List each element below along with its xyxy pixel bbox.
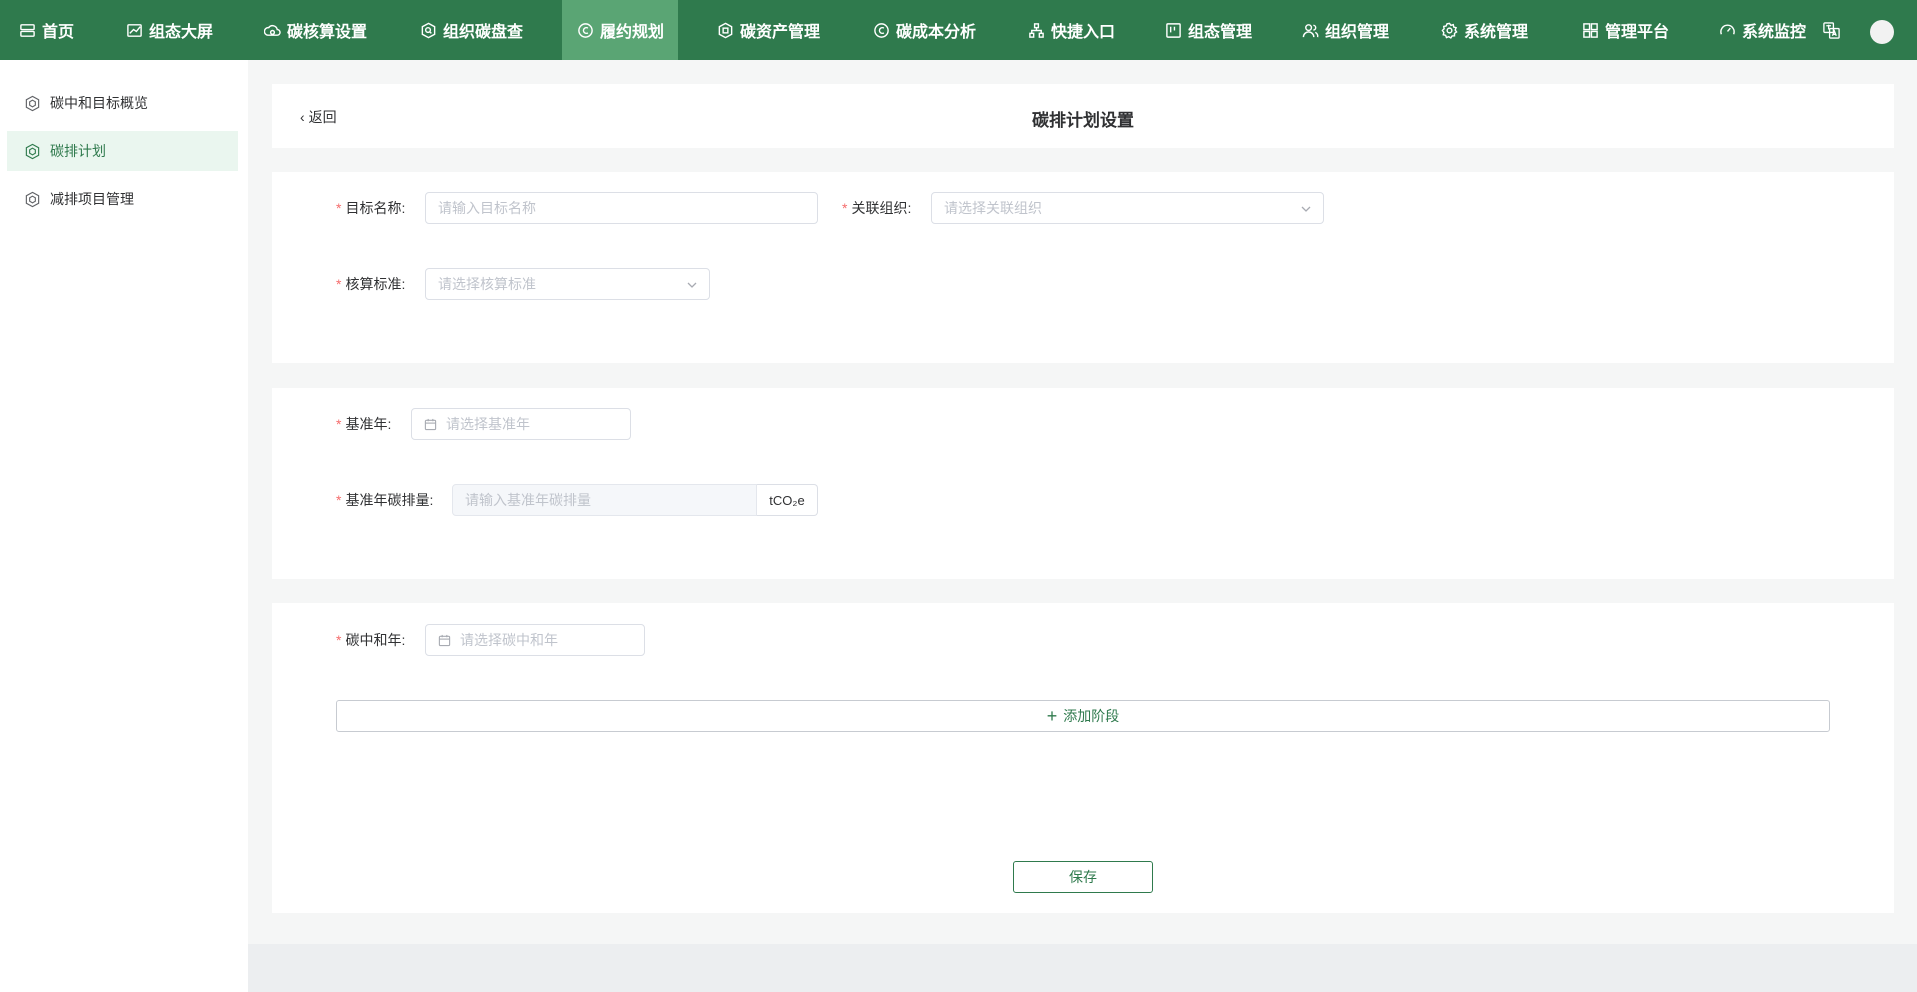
nav-item-label: 首页 (42, 24, 75, 41)
base-year-placeholder: 请选择基准年 (446, 416, 530, 432)
base-emission-input: 请输入基准年碳排量 (452, 484, 757, 516)
nav-item-system-monitor[interactable]: 系统监控 (1719, 0, 1806, 60)
calendar-icon (424, 418, 437, 431)
target-name-placeholder: 请输入目标名称 (438, 200, 536, 216)
sidebar-item-label: 减排项目管理 (50, 191, 134, 207)
related-org-label-text: 关联组织: (851, 200, 912, 216)
required-mark: * (336, 632, 342, 648)
emission-unit: tCO₂e (757, 484, 818, 516)
hexagon-icon (25, 143, 40, 159)
add-stage-label: 添加阶段 (1063, 708, 1120, 724)
target-name-label-text: 目标名称: (345, 200, 406, 216)
hexagon-icon (25, 95, 40, 111)
nav-item-label: 履约规划 (600, 24, 665, 41)
standard-placeholder: 请选择核算标准 (438, 276, 536, 292)
sidebar-item-reduction-projects[interactable]: 减排项目管理 (7, 179, 238, 219)
nav-item-asset-management[interactable]: 碳资产管理 (717, 0, 820, 60)
carbon-c-icon (874, 22, 889, 38)
nav-item-label: 系统管理 (1464, 24, 1529, 41)
nav-item-dashboard[interactable]: 组态大屏 (126, 0, 213, 60)
chevron-down-icon (686, 278, 698, 290)
standard-label: * 核算标准: (336, 268, 405, 300)
neutral-year-label: * 碳中和年: (336, 624, 405, 656)
sidebar: 碳中和目标概览 碳排计划 减排项目管理 (0, 60, 248, 992)
nav-item-cost-analysis[interactable]: 碳成本分析 (873, 0, 976, 60)
back-label: 返回 (308, 109, 337, 125)
target-name-input[interactable]: 请输入目标名称 (425, 192, 818, 224)
server-icon (20, 23, 35, 37)
base-emission-label-text: 基准年碳排量: (345, 492, 434, 508)
base-year-label-text: 基准年: (345, 416, 392, 432)
base-year-label: * 基准年: (336, 408, 391, 440)
plus-icon: + (1046, 706, 1058, 726)
sidebar-item-neutral-overview[interactable]: 碳中和目标概览 (7, 83, 238, 123)
cloud-carbon-icon (264, 24, 281, 36)
nav-item-config-management[interactable]: 组态管理 (1165, 0, 1252, 60)
nav-item-system-management[interactable]: 系统管理 (1441, 0, 1528, 60)
users-icon (1302, 23, 1319, 37)
avatar[interactable] (1870, 20, 1894, 44)
dashboard-gauge-icon (1720, 24, 1735, 35)
save-button[interactable]: 保存 (1013, 861, 1153, 893)
base-year-picker[interactable]: 请选择基准年 (411, 408, 631, 440)
nav-item-label: 系统监控 (1742, 24, 1807, 41)
nav-item-label: 碳核算设置 (287, 24, 368, 41)
required-mark: * (842, 200, 848, 216)
nav-item-label: 组态大屏 (149, 24, 214, 41)
sidebar-item-emission-plan[interactable]: 碳排计划 (7, 131, 238, 171)
back-link[interactable]: ‹ 返回 (300, 107, 337, 127)
nav-item-label: 管理平台 (1605, 24, 1670, 41)
nav-item-shortcuts[interactable]: 快捷入口 (1028, 0, 1115, 60)
nav-item-label: 碳成本分析 (896, 24, 977, 41)
nav-item-label: 组织碳盘查 (443, 24, 524, 41)
nav-item-accounting[interactable]: 碳核算设置 (264, 0, 367, 60)
grid-icon (1583, 22, 1598, 38)
hexagon-icon (25, 191, 40, 207)
related-org-placeholder: 请选择关联组织 (944, 200, 1042, 216)
sidebar-item-label: 碳排计划 (50, 143, 106, 159)
line-chart-icon (127, 23, 142, 37)
target-name-label: * 目标名称: (336, 192, 405, 224)
required-mark: * (336, 416, 342, 432)
nav-item-label: 碳资产管理 (740, 24, 821, 41)
nav-item-org-management[interactable]: 组织管理 (1302, 0, 1389, 60)
translate-icon[interactable] (1822, 21, 1841, 40)
base-emission-label: * 基准年碳排量: (336, 484, 433, 516)
header-card (272, 84, 1894, 148)
chevron-left-icon: ‹ (300, 109, 305, 125)
base-emission-placeholder: 请输入基准年碳排量 (465, 492, 591, 508)
org-tree-icon (1029, 22, 1044, 38)
neutral-year-label-text: 碳中和年: (345, 632, 406, 648)
gear-icon (1441, 22, 1458, 39)
layout-board-icon (1166, 22, 1181, 38)
carbon-circle-icon (578, 22, 593, 38)
standard-label-text: 核算标准: (345, 276, 406, 292)
related-org-label: * 关联组织: (842, 192, 911, 224)
required-mark: * (336, 492, 342, 508)
nav-item-admin-platform[interactable]: 管理平台 (1582, 0, 1669, 60)
neutral-year-placeholder: 请选择碳中和年 (460, 632, 558, 648)
top-nav: 首页 组态大屏 碳核算设置 组织碳盘查 履约规划 碳资产管理 碳成本分析 快捷入… (0, 0, 1917, 60)
required-mark: * (336, 200, 342, 216)
required-mark: * (336, 276, 342, 292)
hexagon-asset-icon (718, 22, 733, 38)
nav-item-label: 组织管理 (1325, 24, 1390, 41)
nav-item-home[interactable]: 首页 (19, 0, 74, 60)
search-shield-icon (421, 22, 436, 38)
nav-item-label: 快捷入口 (1051, 24, 1116, 41)
calendar-icon (438, 634, 451, 647)
sidebar-item-label: 碳中和目标概览 (50, 95, 148, 111)
nav-item-compliance-planning[interactable]: 履约规划 (562, 0, 678, 60)
chevron-down-icon (1300, 202, 1312, 214)
related-org-select[interactable]: 请选择关联组织 (931, 192, 1324, 224)
nav-item-label: 组态管理 (1188, 24, 1253, 41)
nav-item-inventory[interactable]: 组织碳盘查 (420, 0, 523, 60)
standard-select[interactable]: 请选择核算标准 (425, 268, 710, 300)
main-footer (248, 944, 1917, 992)
neutral-year-picker[interactable]: 请选择碳中和年 (425, 624, 645, 656)
add-stage-button[interactable]: + 添加阶段 (336, 700, 1830, 732)
